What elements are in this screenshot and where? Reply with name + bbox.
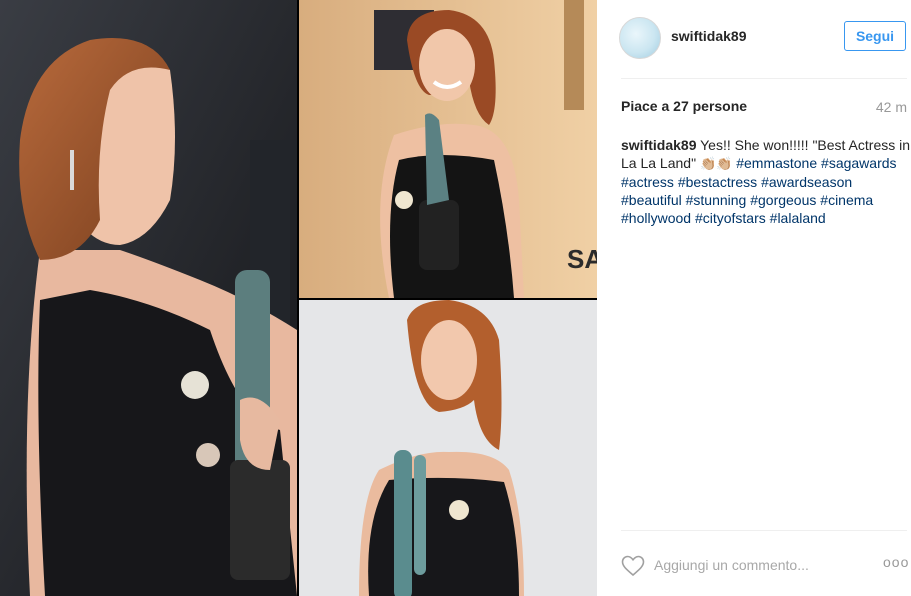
post-header: swiftidak89 Segui [597,0,911,78]
username-link[interactable]: swiftidak89 [671,28,746,44]
post-sidebar: swiftidak89 Segui Piace a 27 persone 42 … [597,0,911,596]
backdrop-text: SA [567,244,597,274]
hashtag-link[interactable]: #emmastone [736,155,817,171]
likes-count[interactable]: Piace a 27 persone [621,98,747,114]
caption-emoji: 👏🏼👏🏼 [699,156,733,171]
timestamp[interactable]: 42 m [876,99,907,115]
photo-bottom-right [299,300,597,596]
hashtag-link[interactable]: #lalaland [770,210,826,226]
hashtag-link[interactable]: #awardseason [761,174,852,190]
photo-top-right: SA [299,0,597,298]
hashtag-link[interactable]: #actress [621,174,674,190]
more-options-icon[interactable]: ooo [883,554,909,570]
comment-input[interactable] [654,556,854,574]
caption-username[interactable]: swiftidak89 [621,137,696,153]
divider [621,530,907,531]
hashtag-link[interactable]: #beautiful [621,192,682,208]
hashtag-link[interactable]: #hollywood [621,210,691,226]
hashtag-link[interactable]: #cinema [820,192,873,208]
hashtag-link[interactable]: #cityofstars [695,210,766,226]
avatar[interactable] [619,17,661,59]
hashtag-link[interactable]: #stunning [686,192,747,208]
hashtag-link[interactable]: #gorgeous [750,192,816,208]
comment-bar: ooo [597,545,911,585]
heart-icon[interactable] [621,555,645,577]
divider [621,78,907,79]
hashtag-link[interactable]: #bestactress [678,174,757,190]
follow-button[interactable]: Segui [844,21,906,51]
hashtag-link[interactable]: #sagawards [821,155,897,171]
photo-left [0,0,297,596]
post-caption: swiftidak89 Yes!! She won!!!!! "Best Act… [621,136,911,227]
post-image[interactable]: SA [0,0,597,596]
